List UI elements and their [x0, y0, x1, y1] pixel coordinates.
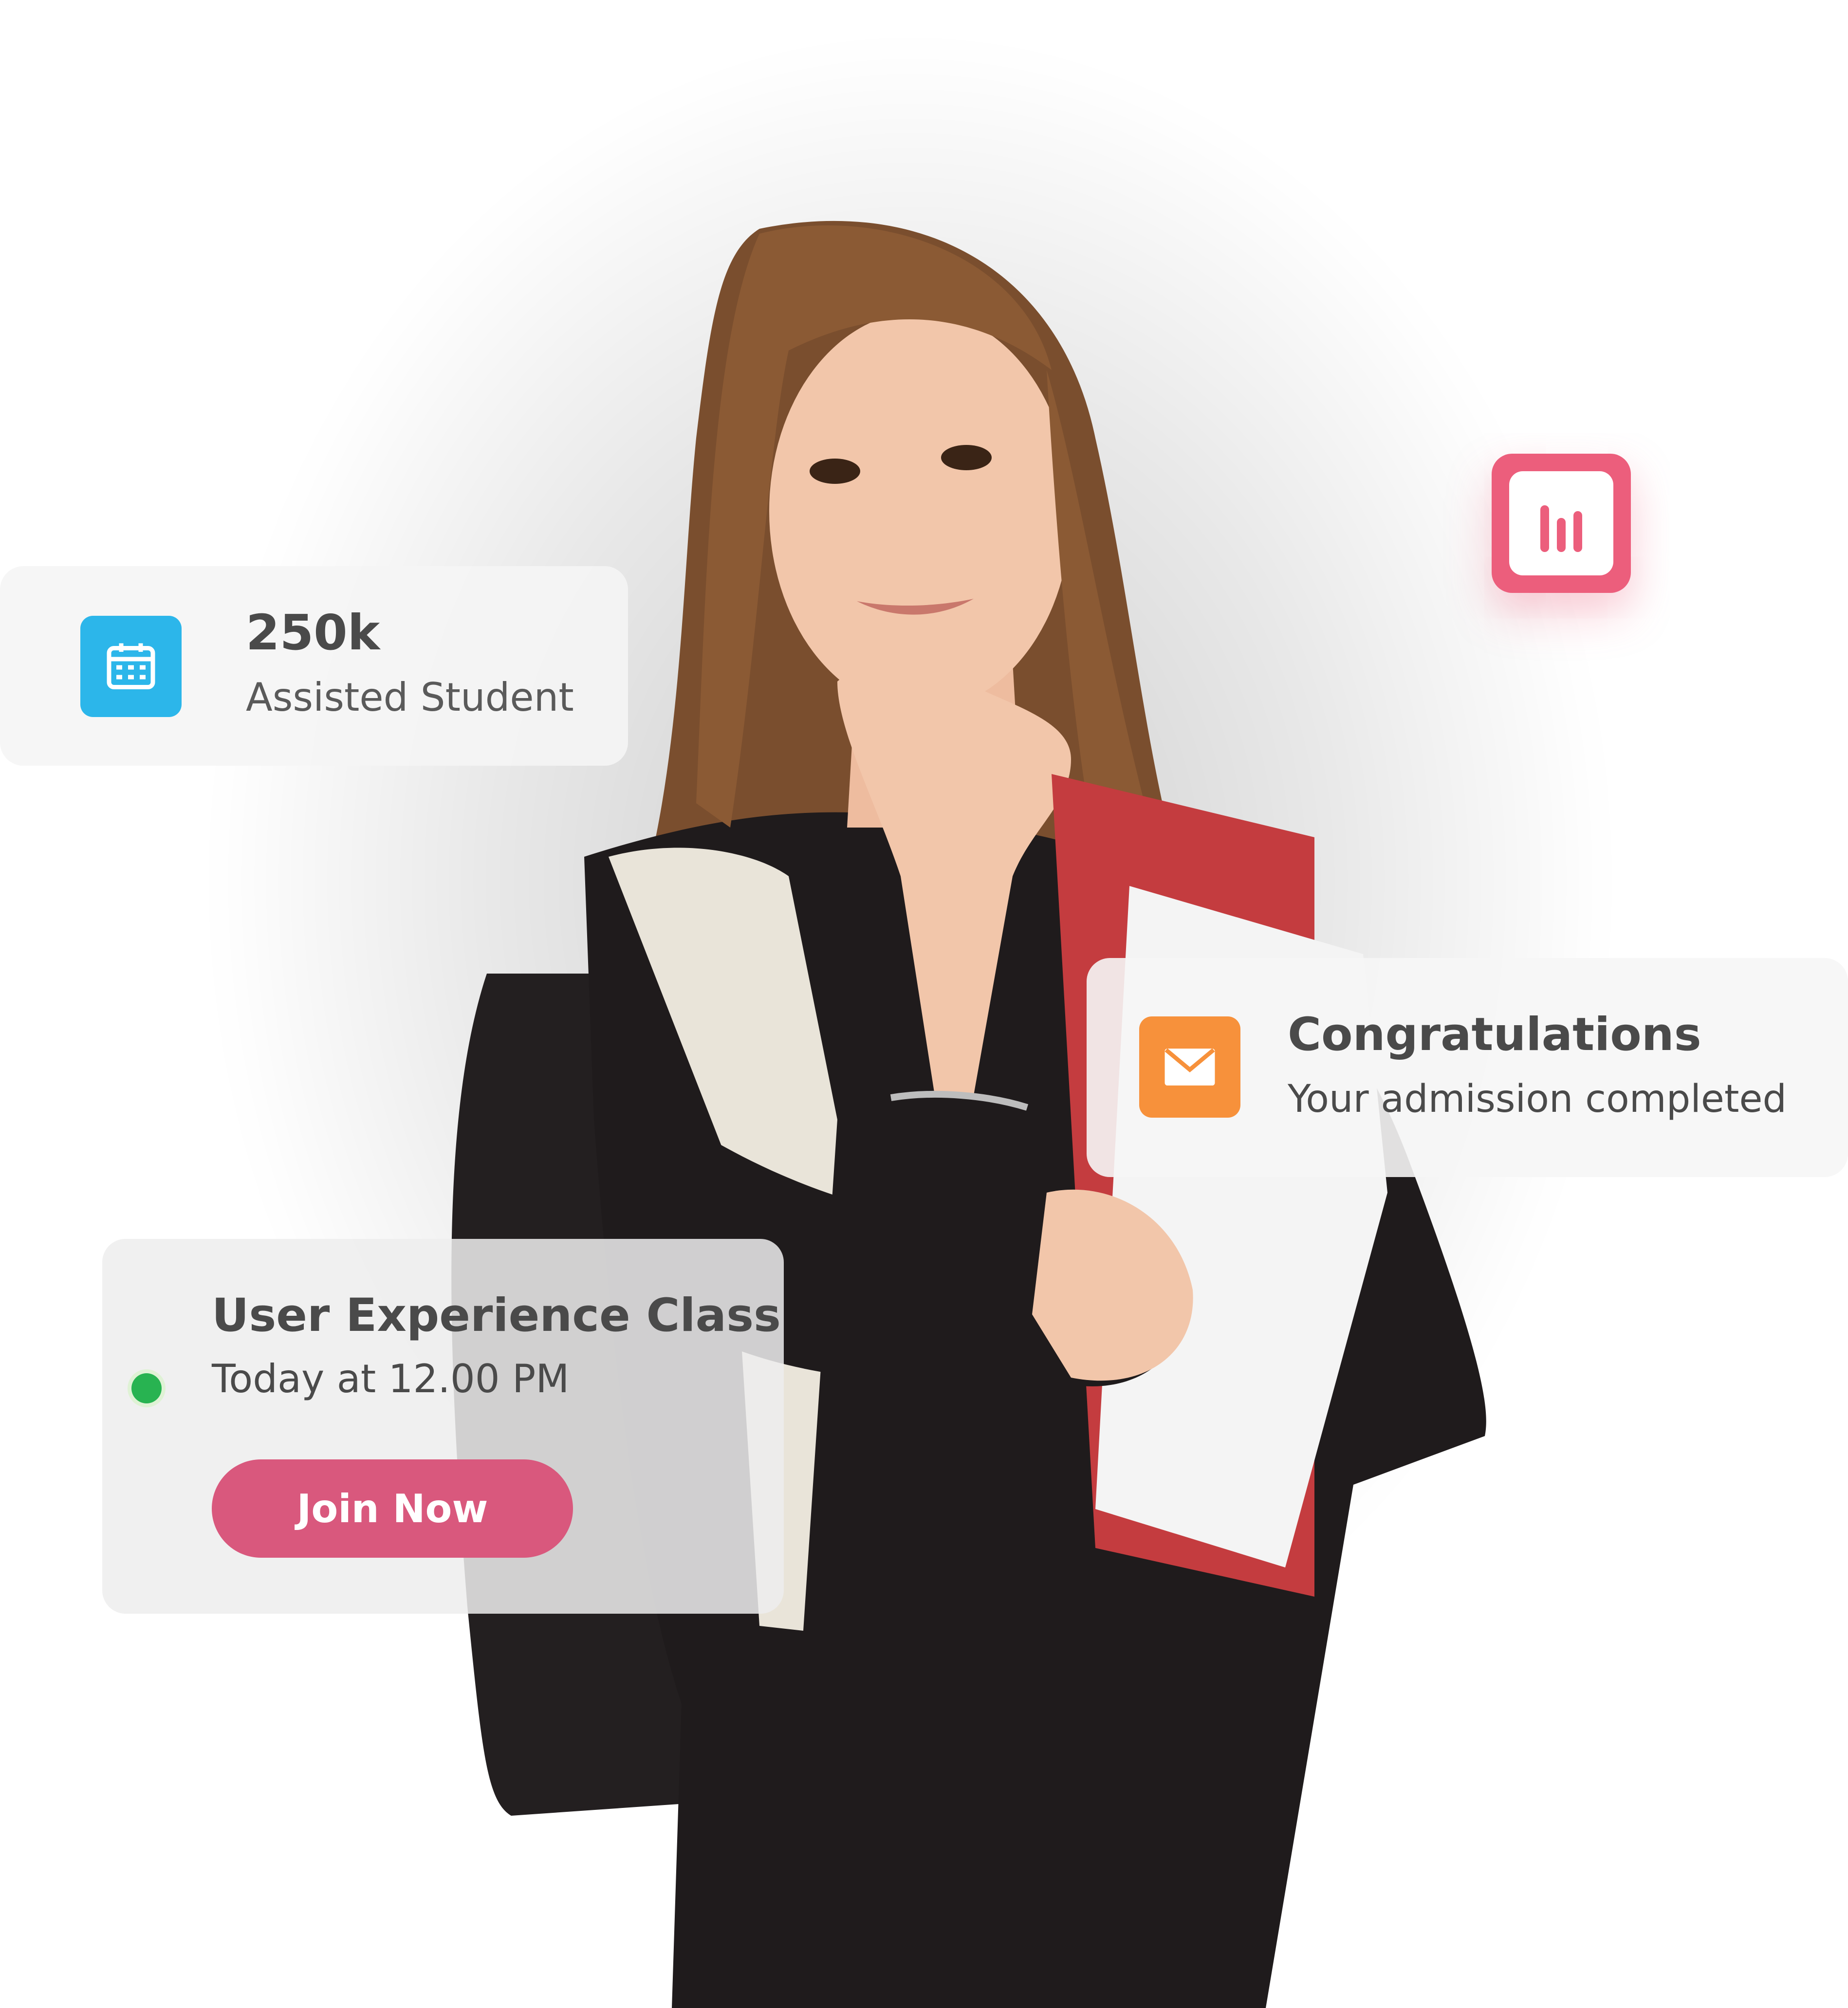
- chart-icon-inner: [1509, 471, 1613, 575]
- class-title: User Experience Class: [212, 1289, 781, 1342]
- stat-label: Assisted Student: [246, 675, 574, 720]
- stat-number: 250k: [246, 604, 380, 661]
- class-time: Today at 12.00 PM: [212, 1356, 570, 1401]
- congrats-subtitle: Your admission completed: [1288, 1077, 1787, 1121]
- online-dot: [131, 1373, 162, 1403]
- chart-icon-bar: [1557, 518, 1566, 552]
- online-status-icon: [128, 1369, 166, 1407]
- mail-icon: [1139, 1016, 1240, 1118]
- chart-icon-bar: [1573, 511, 1582, 552]
- join-now-button[interactable]: Join Now: [212, 1459, 573, 1558]
- bar-chart-icon[interactable]: [1492, 454, 1631, 593]
- congrats-title: Congratulations: [1288, 1008, 1701, 1061]
- calendar-icon: [80, 616, 182, 717]
- chart-icon-bar: [1540, 505, 1549, 552]
